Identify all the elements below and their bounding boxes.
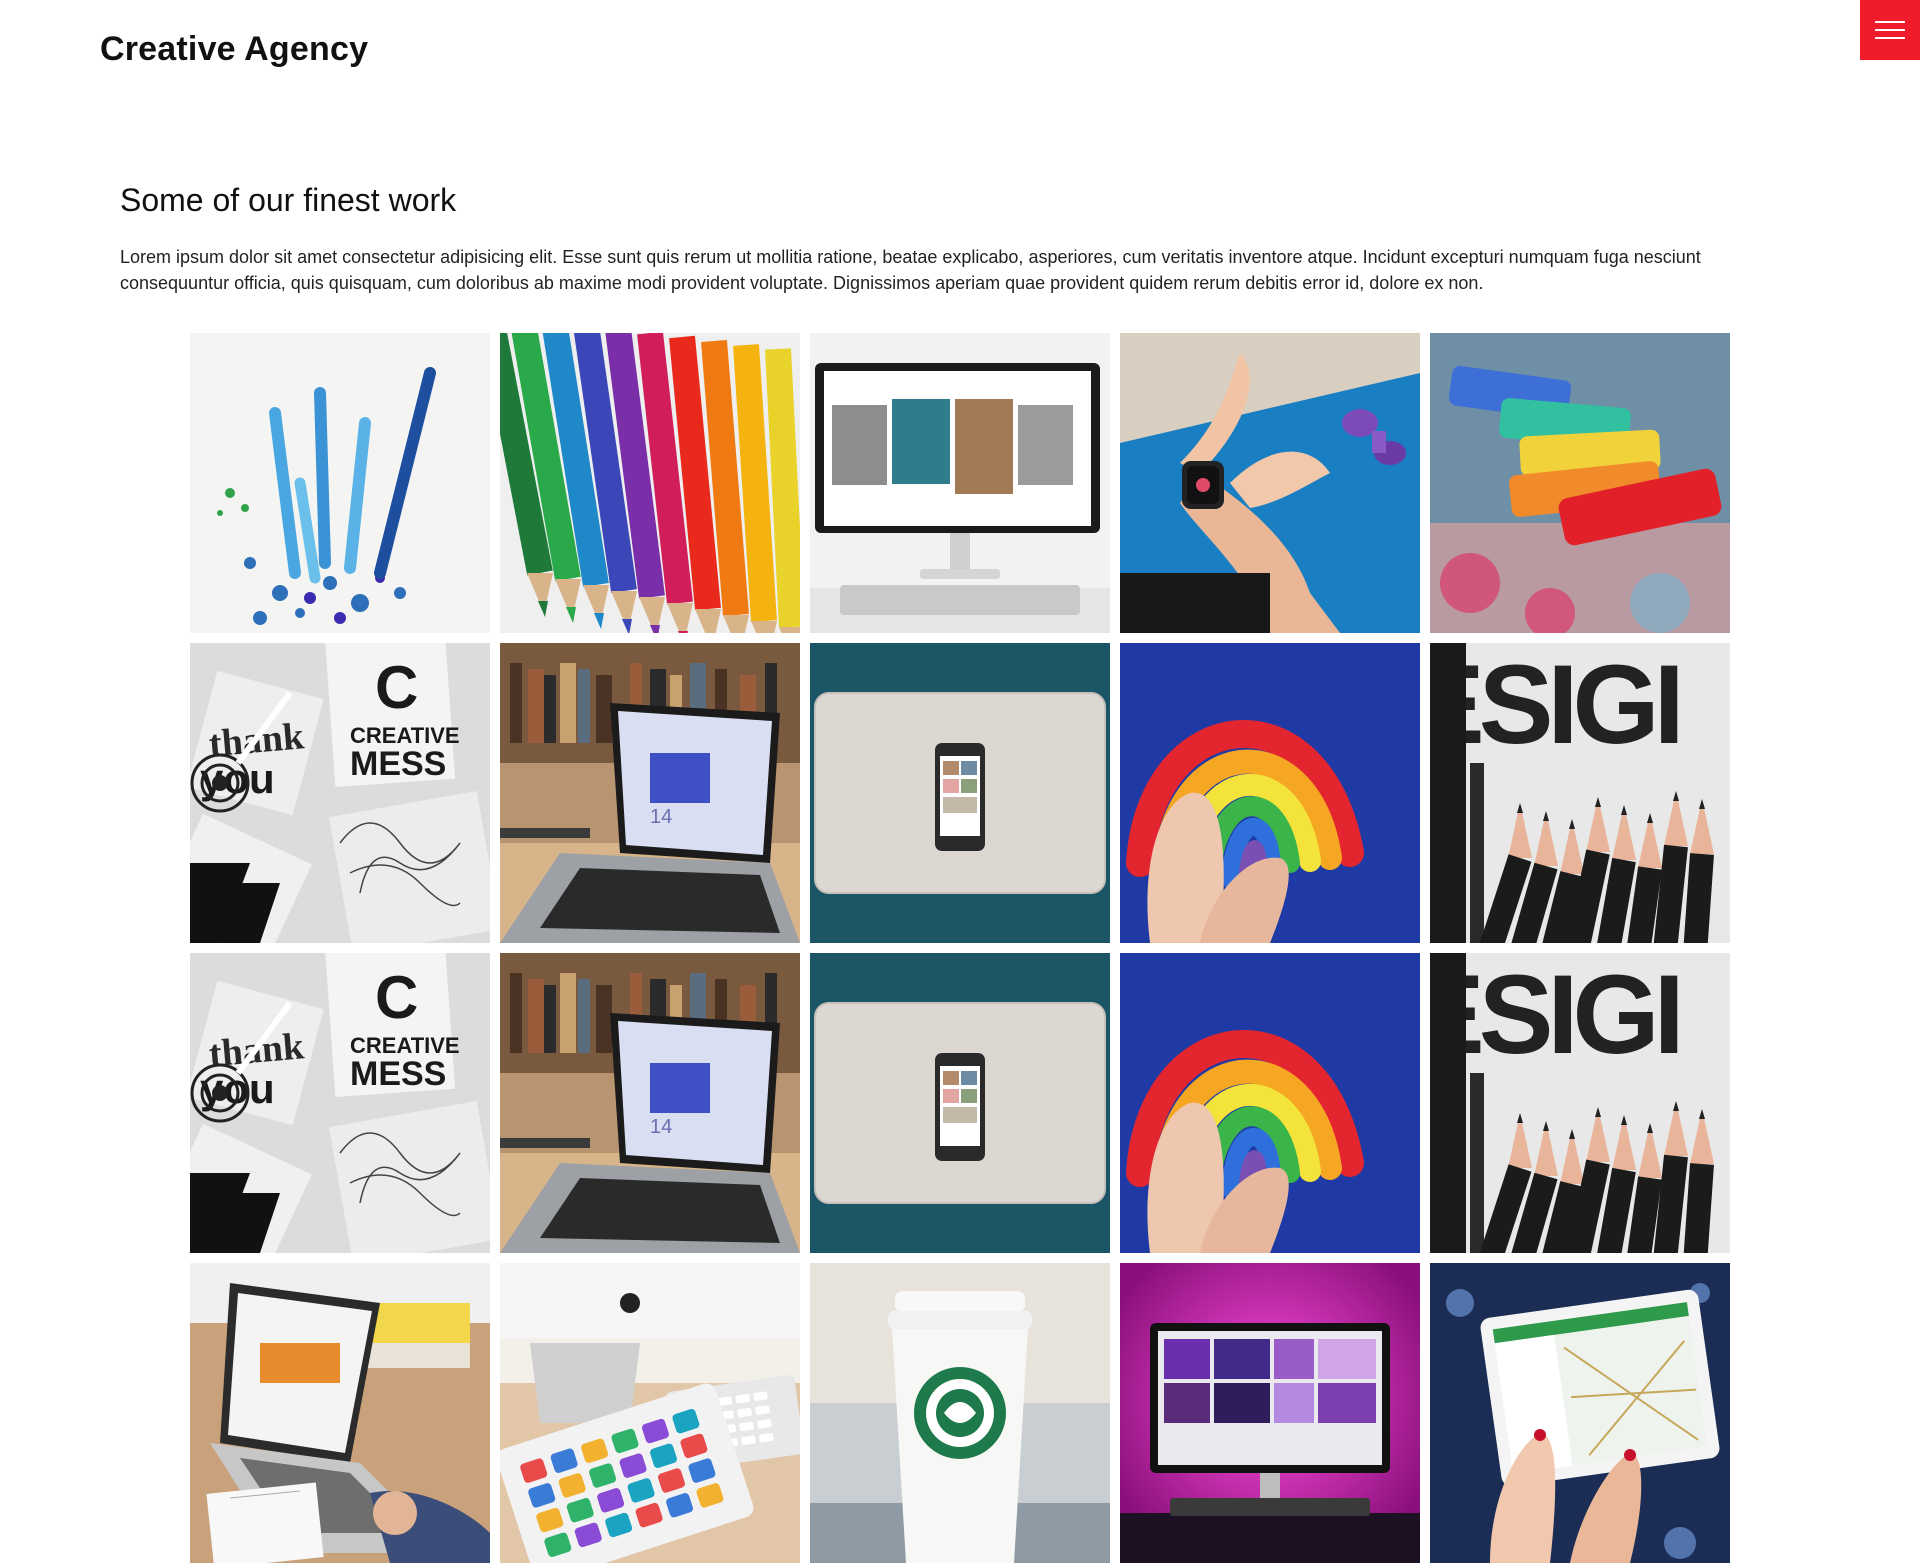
gallery-image-tablet-map[interactable] — [1430, 1263, 1730, 1563]
image-coffee-cup — [810, 1263, 1110, 1563]
gallery-image-colored-chalk[interactable] — [1430, 333, 1730, 633]
image-pink-monitor — [1120, 1263, 1420, 1563]
svg-text:14: 14 — [650, 806, 672, 828]
image-colored-chalk — [1430, 333, 1730, 633]
section-description: Lorem ipsum dolor sit amet consectetur a… — [120, 247, 1701, 293]
image-laptop-shelf: 14 — [500, 643, 800, 943]
svg-text:C: C — [375, 654, 418, 721]
image-design-pencils: ESIGI — [1430, 953, 1730, 1253]
image-creative-mess: C CREATIVE MESS thank you — [190, 953, 490, 1253]
section-title: Some of our finest work — [120, 182, 457, 218]
image-laptop-desk — [190, 1263, 490, 1563]
gallery-image-design-pencils[interactable]: ESIGI — [1430, 643, 1730, 943]
image-smartwatch-fitness — [1120, 333, 1420, 633]
hamburger-icon — [1875, 20, 1905, 40]
svg-text:ESIGI: ESIGI — [1430, 643, 1679, 767]
image-pencils-shavings — [190, 333, 490, 633]
image-laptop-shelf: 14 — [500, 953, 800, 1253]
gallery-image-creative-mess[interactable]: C CREATIVE MESS thank you CREATIVE MESS — [190, 643, 490, 943]
image-phone-on-laptop — [810, 643, 1110, 943]
gallery-image-clay-rainbow[interactable] — [1120, 643, 1420, 943]
site-header: Creative Agency — [0, 0, 1920, 110]
gallery-image-colored-pencils[interactable] — [500, 333, 800, 633]
image-imac-ipad — [500, 1263, 800, 1563]
gallery-image-coffee-cup[interactable] — [810, 1263, 1110, 1563]
svg-text:MESS: MESS — [350, 1055, 446, 1093]
gallery-image-laptop-desk[interactable] — [190, 1263, 490, 1563]
gallery-image-laptop-shelf[interactable]: 14 — [500, 953, 800, 1253]
gallery-image-imac-ipad[interactable] — [500, 1263, 800, 1563]
gallery-image-clay-rainbow[interactable] — [1120, 953, 1420, 1253]
image-creative-mess: C CREATIVE MESS thank you — [190, 643, 490, 943]
svg-text:MESS: MESS — [350, 745, 446, 783]
svg-text:C: C — [375, 964, 418, 1031]
gallery-image-phone-on-laptop[interactable] — [810, 953, 1110, 1253]
image-colored-pencils — [500, 333, 800, 633]
gallery-image-pencils-shavings[interactable] — [190, 333, 490, 633]
brand-logo[interactable]: Creative Agency — [100, 30, 368, 69]
gallery-image-laptop-shelf[interactable]: 14 — [500, 643, 800, 943]
image-clay-rainbow — [1120, 953, 1420, 1253]
gallery-image-monitor-gallery[interactable] — [810, 333, 1110, 633]
gallery-image-creative-mess[interactable]: C CREATIVE MESS thank you CREATIVE MESS — [190, 953, 490, 1253]
gallery-image-smartwatch-fitness[interactable] — [1120, 333, 1420, 633]
svg-text:ESIGI: ESIGI — [1430, 953, 1679, 1077]
image-clay-rainbow — [1120, 643, 1420, 943]
svg-text:14: 14 — [650, 1116, 672, 1138]
gallery-image-phone-on-laptop[interactable] — [810, 643, 1110, 943]
image-phone-on-laptop — [810, 953, 1110, 1253]
menu-button[interactable] — [1860, 0, 1920, 60]
image-tablet-map — [1430, 1263, 1730, 1563]
gallery-image-design-pencils[interactable]: ESIGI — [1430, 953, 1730, 1253]
image-design-pencils: ESIGI — [1430, 643, 1730, 943]
gallery-image-pink-monitor[interactable] — [1120, 1263, 1420, 1563]
image-gallery: C CREATIVE MESS thank you CREATIVE MESS … — [190, 333, 1730, 1563]
image-monitor-gallery — [810, 333, 1110, 633]
